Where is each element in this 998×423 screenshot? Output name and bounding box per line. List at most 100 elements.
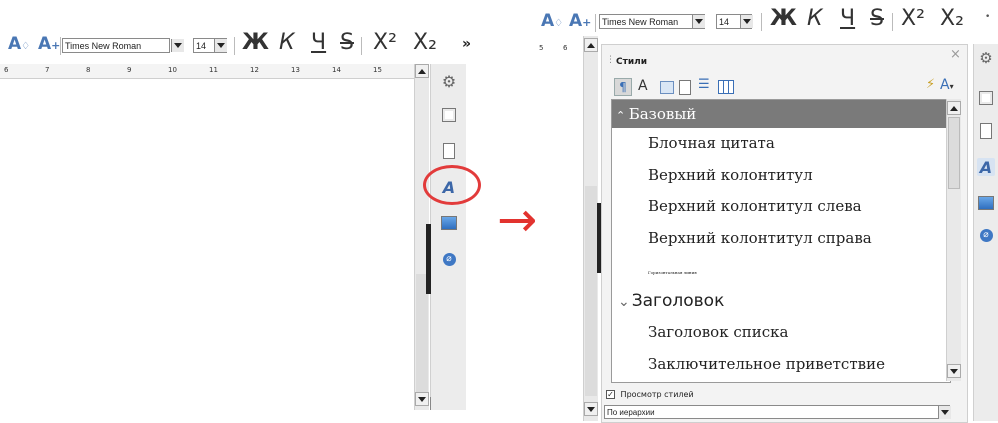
sidebar-gallery-icon[interactable]: [440, 214, 458, 232]
page-styles-icon[interactable]: [679, 80, 691, 95]
style-item[interactable]: Заголовок списка: [612, 317, 950, 349]
bold-button[interactable]: Ж: [242, 30, 269, 55]
right-document-scrollbar[interactable]: [583, 36, 598, 421]
font-size-dropdown-button[interactable]: [214, 39, 227, 52]
scroll-up-button[interactable]: [584, 38, 598, 52]
underline-button[interactable]: Ч: [840, 6, 855, 31]
right-sidebar-tabbar: ⚙ A ⌀: [973, 44, 998, 421]
new-style-icon[interactable]: A+: [38, 34, 60, 54]
style-item-label: Верхний колонтитул слева: [648, 197, 862, 215]
preview-styles-row[interactable]: ✓ Просмотр стилей: [606, 390, 694, 402]
sidebar-page-icon[interactable]: [977, 122, 995, 140]
style-filter-dropdown-button[interactable]: [938, 406, 951, 419]
list-styles-icon[interactable]: ☰: [698, 77, 710, 92]
style-family-bar: ¶ A ☰ ⚡ A▾: [614, 77, 959, 97]
style-item-label: Верхний колонтитул: [648, 165, 813, 184]
character-styles-icon[interactable]: A: [638, 78, 648, 94]
ruler-tick-label: 6: [563, 44, 568, 52]
update-style-icon[interactable]: A♢: [8, 34, 30, 54]
italic-button[interactable]: К: [807, 6, 823, 31]
sidebar-settings-icon[interactable]: ⚙: [977, 49, 995, 67]
collapse-chevron-icon[interactable]: ⌄: [618, 294, 630, 310]
sidebar-properties-icon[interactable]: [440, 106, 458, 124]
highlight-ring: [423, 165, 481, 205]
scroll-down-button[interactable]: [415, 392, 429, 406]
font-name-dropdown-button[interactable]: [171, 39, 184, 52]
separator: [361, 37, 362, 55]
style-item-label: Заключительное приветствие: [648, 354, 885, 373]
font-name-value: Times New Roman: [65, 41, 142, 51]
styles-list-scrollbar[interactable]: [946, 99, 961, 381]
list-scroll-thumb[interactable]: [948, 117, 960, 189]
scroll-thumb[interactable]: [585, 186, 597, 396]
style-item-label: Заголовок списка: [648, 323, 789, 341]
separator: [761, 13, 762, 31]
style-item[interactable]: Верхний колонтитул справа: [612, 223, 950, 255]
strikethrough-button[interactable]: S: [340, 30, 354, 55]
strikethrough-button[interactable]: S: [870, 6, 884, 31]
styles-list[interactable]: ⌃ Базовый Блочная цитата Верхний колонтиту…: [611, 99, 951, 383]
ruler-tick-label: 15: [373, 66, 382, 74]
subscript-button[interactable]: X₂: [413, 30, 437, 55]
list-scroll-up-button[interactable]: [947, 101, 961, 115]
left-sidebar-tabbar: ⚙ A ⌀: [426, 64, 466, 410]
style-item[interactable]: Верхний колонтитул слева: [612, 191, 950, 223]
style-actions-icon[interactable]: A▾: [940, 77, 954, 93]
sidebar-navigator-icon[interactable]: ⌀: [440, 250, 458, 268]
ruler-tick-label: 11: [209, 66, 218, 74]
superscript-button[interactable]: X²: [901, 6, 925, 31]
table-styles-icon[interactable]: [718, 80, 734, 94]
style-item[interactable]: Блочная цитата: [612, 128, 950, 160]
style-item[interactable]: ⌄ Заголовок: [612, 286, 950, 318]
left-toolbar: A♢ A+ Times New Roman 14 Ж К Ч S X² X₂ »: [0, 28, 475, 62]
font-size-value: 14: [719, 17, 730, 27]
style-item[interactable]: Горизонтальная линия: [612, 254, 950, 286]
list-scroll-down-button[interactable]: [947, 364, 961, 378]
sidebar-styles-icon[interactable]: A: [977, 158, 995, 177]
sidebar-navigator-icon[interactable]: ⌀: [977, 226, 995, 244]
superscript-button[interactable]: X²: [373, 30, 397, 55]
ruler-tick-label: 12: [250, 66, 259, 74]
font-name-field[interactable]: Times New Roman: [62, 38, 170, 53]
update-style-icon[interactable]: A♢: [541, 11, 563, 31]
panel-title: Стили: [616, 57, 648, 67]
style-filter-value: По иерархии: [607, 408, 655, 417]
fill-format-icon[interactable]: ⚡: [926, 77, 935, 92]
scroll-up-button[interactable]: [415, 64, 429, 78]
style-filter-dropdown[interactable]: По иерархии: [604, 405, 950, 419]
collapse-chevron-icon[interactable]: ⌃: [616, 109, 629, 122]
italic-button[interactable]: К: [279, 30, 295, 55]
style-item[interactable]: Верхний колонтитул: [612, 160, 950, 192]
transition-arrow: →: [497, 192, 538, 248]
frame-styles-icon[interactable]: [660, 81, 674, 94]
ruler-tick-label: 7: [45, 66, 50, 74]
subscript-button[interactable]: X₂: [940, 6, 964, 31]
panel-close-button[interactable]: ×: [950, 47, 961, 62]
right-screenshot: A♢ A+ Times New Roman 14 Ж К Ч S X² X₂ •…: [535, 0, 998, 423]
sidebar-properties-icon[interactable]: [977, 89, 995, 107]
ruler-tick-label: 13: [291, 66, 300, 74]
style-item-label: Заголовок: [631, 290, 725, 311]
style-item-label: Базовый: [628, 105, 697, 123]
style-item-selected[interactable]: ⌃ Базовый: [612, 100, 950, 128]
font-name-field[interactable]: Times New Roman: [599, 14, 705, 29]
more-button[interactable]: •: [985, 12, 990, 22]
preview-styles-label: Просмотр стилей: [620, 390, 694, 399]
new-style-icon[interactable]: A+: [569, 11, 591, 31]
style-item[interactable]: Заключительное приветствие: [612, 349, 950, 381]
sidebar-gallery-icon[interactable]: [977, 194, 995, 212]
underline-button[interactable]: Ч: [311, 30, 326, 55]
paragraph-styles-icon[interactable]: ¶: [614, 78, 632, 96]
preview-styles-checkbox[interactable]: ✓: [606, 390, 615, 399]
scroll-down-button[interactable]: [584, 402, 598, 416]
more-button[interactable]: »: [462, 36, 471, 52]
sidebar-page-icon[interactable]: [440, 142, 458, 160]
font-size-dropdown-button[interactable]: [740, 15, 753, 28]
sidebar-collapse-handle[interactable]: [426, 224, 431, 294]
sidebar-settings-icon[interactable]: ⚙: [440, 72, 458, 91]
font-name-dropdown-button[interactable]: [692, 15, 705, 28]
sidebar-bottom-divider: [430, 397, 431, 410]
separator: [892, 13, 893, 31]
separator: [595, 14, 596, 32]
bold-button[interactable]: Ж: [770, 6, 797, 31]
